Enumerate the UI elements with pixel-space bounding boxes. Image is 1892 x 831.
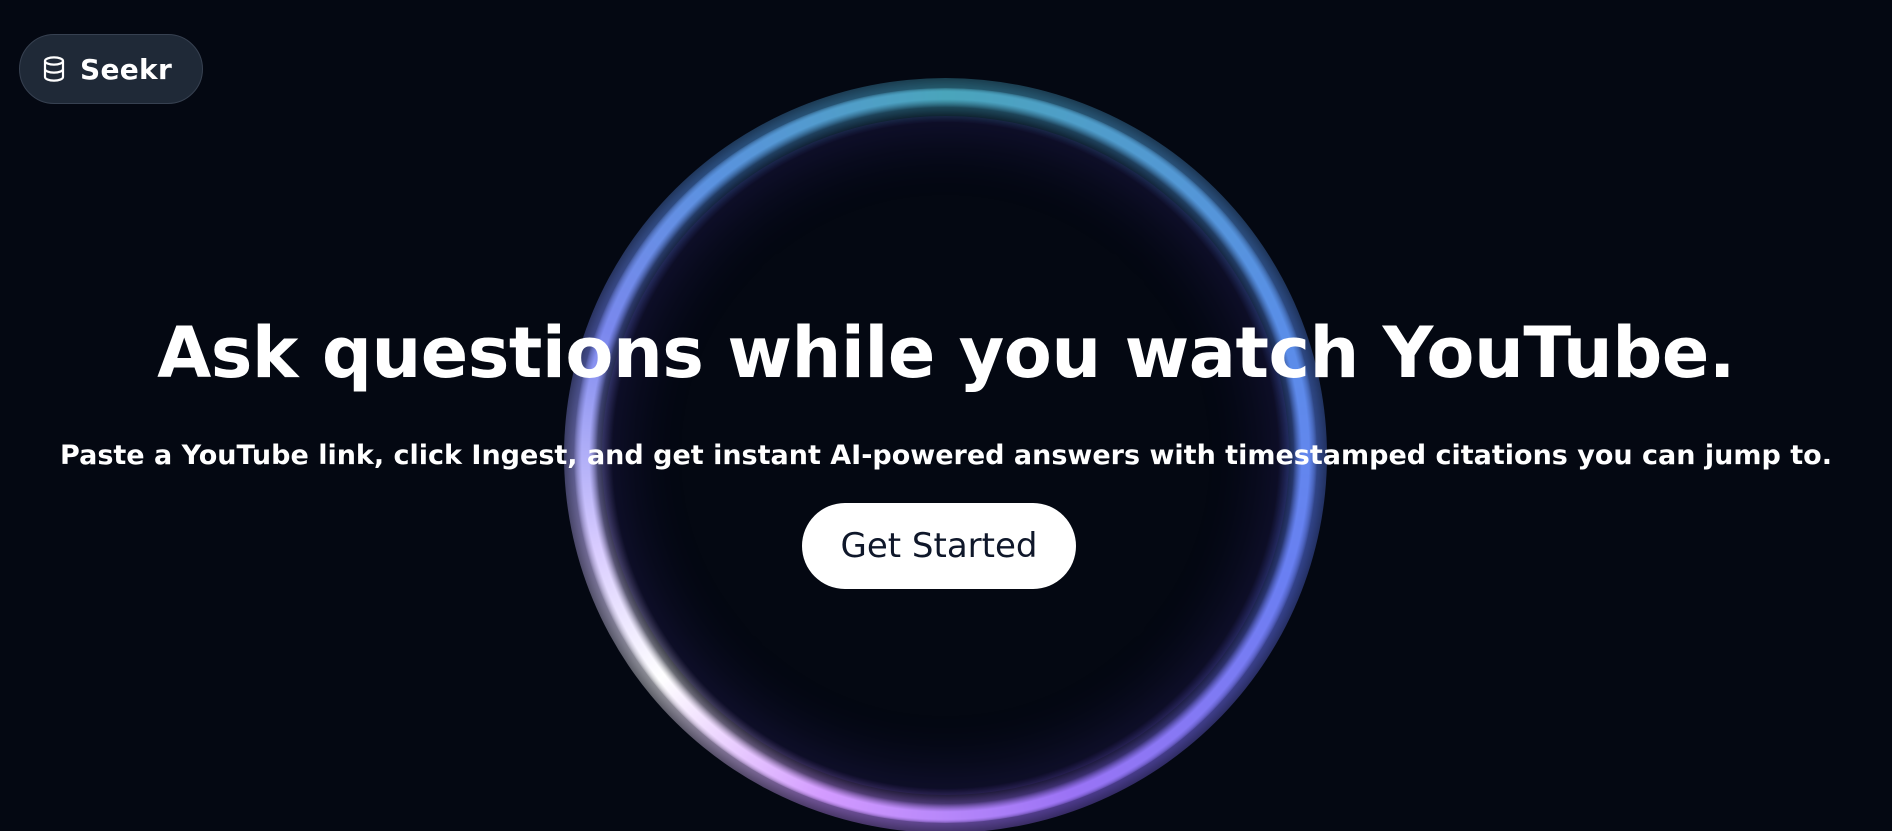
hero-title: Ask questions while you watch YouTube. — [157, 312, 1735, 394]
hero-subtitle: Paste a YouTube link, click Ingest, and … — [60, 440, 1832, 471]
database-icon — [42, 56, 66, 82]
landing-page: Seekr Ask questions while you watch YouT… — [0, 0, 1892, 831]
get-started-button[interactable]: Get Started — [802, 503, 1076, 589]
brand-name: Seekr — [80, 52, 173, 86]
brand-home-link[interactable]: Seekr — [19, 34, 204, 104]
